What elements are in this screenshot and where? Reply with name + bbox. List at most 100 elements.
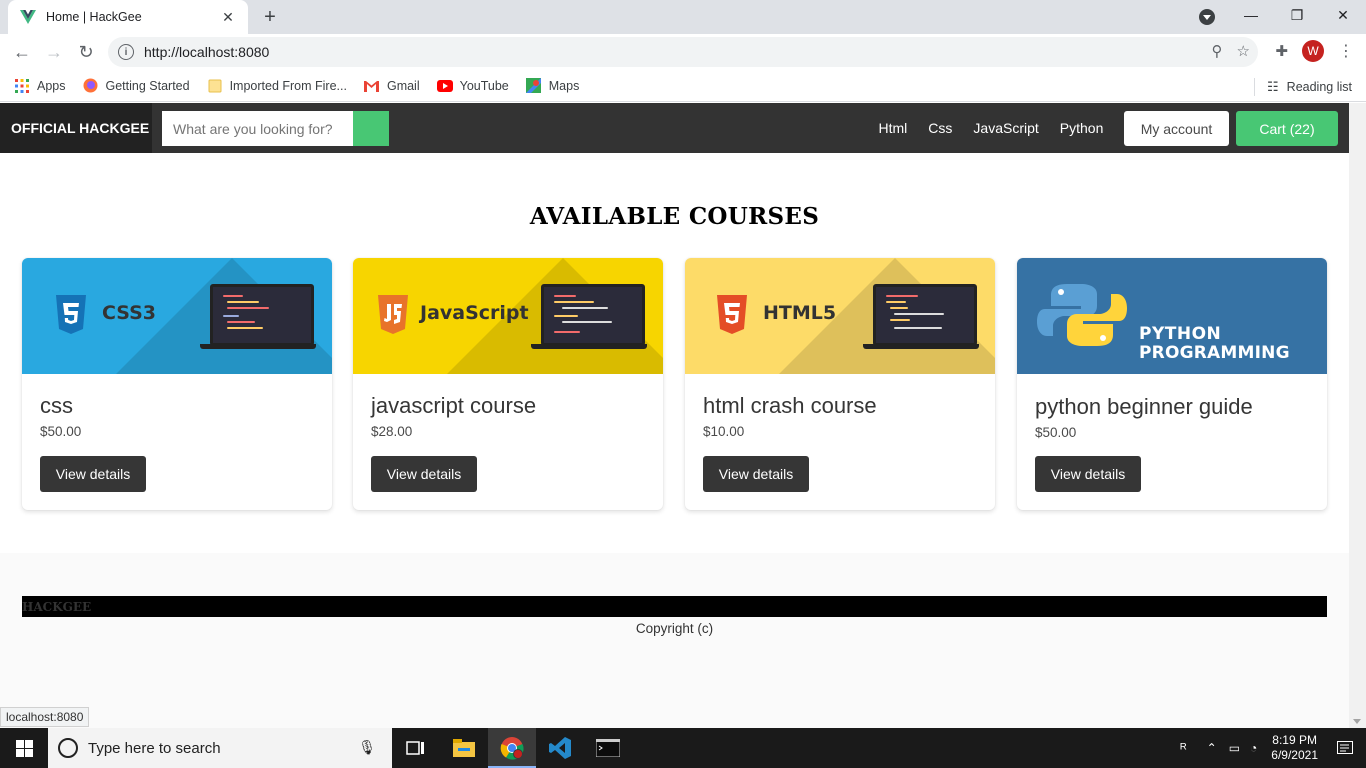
bookmark-label: YouTube <box>459 78 509 93</box>
banner-text: HTML5 <box>763 302 837 324</box>
wifi-icon[interactable]: ◔ <box>1250 741 1257 755</box>
address-bar[interactable]: i http://localhost:8080 ⚲ ☆ <box>108 37 1258 67</box>
browser-tab-strip: Home | HackGee ✕ + — ❐ ✕ <box>0 0 1366 34</box>
bookmark-gmail[interactable]: Gmail <box>364 78 420 94</box>
minimize-icon[interactable]: — <box>1228 0 1274 30</box>
terminal-icon[interactable] <box>584 728 632 768</box>
vscode-icon[interactable] <box>536 728 584 768</box>
url-text: http://localhost:8080 <box>144 44 270 60</box>
forward-arrow-icon[interactable]: → <box>38 36 70 68</box>
site-navbar: OFFICIAL HACKGEE Html Css JavaScript Pyt… <box>0 103 1349 153</box>
html5-icon <box>717 295 747 334</box>
tab-search-icon[interactable] <box>1199 9 1215 25</box>
site-footer: HACKGEE Copyright (c) <box>0 553 1349 728</box>
file-explorer-icon[interactable] <box>440 728 488 768</box>
show-hidden-icons-chevron-icon[interactable]: ⌃ <box>1207 741 1217 755</box>
firefox-icon <box>83 78 99 94</box>
bookmark-label: Gmail <box>386 78 420 93</box>
bookmark-youtube[interactable]: YouTube <box>436 78 509 94</box>
clock-time: 8:19 PM <box>1272 733 1317 747</box>
bookmark-label: Maps <box>548 78 580 93</box>
nav-link-html[interactable]: Html <box>868 120 918 136</box>
course-price: $10.00 <box>703 424 745 439</box>
task-view-icon[interactable] <box>392 728 440 768</box>
browser-toolbar: ← → ↻ i http://localhost:8080 ⚲ ☆ ✚ W ⋮ <box>0 34 1366 70</box>
view-details-button[interactable]: View details <box>40 456 146 492</box>
reading-list-icon: ☷ <box>1267 79 1279 94</box>
banner-text: CSS3 <box>102 302 157 324</box>
cortana-icon <box>58 738 78 758</box>
taskbar-search-placeholder: Type here to search <box>88 739 221 757</box>
notification-icon[interactable] <box>1332 728 1358 768</box>
window-controls: — ❐ ✕ <box>1228 0 1366 34</box>
microphone-icon[interactable]: 🎙 <box>358 739 376 756</box>
vue-icon <box>20 9 36 25</box>
nav-link-css[interactable]: Css <box>918 120 963 136</box>
bookmark-apps[interactable]: Apps <box>14 78 66 94</box>
course-card: JavaScript javascript course $28.00 View… <box>353 258 663 510</box>
bookmark-maps[interactable]: Maps <box>526 78 580 94</box>
course-card: PYTHON PROGRAMMING python beginner guide… <box>1017 258 1327 510</box>
back-arrow-icon[interactable]: ← <box>6 36 38 68</box>
apps-grid-icon <box>14 78 30 94</box>
new-tab-icon[interactable]: + <box>258 6 282 28</box>
bookmark-imported[interactable]: Imported From Fire... <box>207 78 347 94</box>
restore-icon[interactable]: ❐ <box>1274 0 1320 30</box>
menu-dots-icon[interactable]: ⋮ <box>1338 41 1354 61</box>
reload-icon[interactable]: ↻ <box>70 36 102 68</box>
banner-text-line1: PYTHON <box>1139 324 1222 344</box>
css3-icon <box>56 295 86 334</box>
javascript-icon <box>378 295 408 334</box>
scroll-down-arrow-icon[interactable] <box>1353 719 1361 724</box>
laptop-illustration <box>873 284 977 346</box>
reading-list-button[interactable]: ☷ Reading list <box>1254 78 1352 96</box>
bookmark-getting-started[interactable]: Getting Started <box>83 78 190 94</box>
close-tab-icon[interactable]: ✕ <box>220 9 236 26</box>
course-banner-javascript: JavaScript <box>353 258 663 374</box>
my-account-button[interactable]: My account <box>1124 111 1229 146</box>
reading-list-label: Reading list <box>1286 80 1352 94</box>
banner-text-line2: PROGRAMMING <box>1139 343 1290 363</box>
course-price: $50.00 <box>1035 425 1077 440</box>
folder-icon <box>207 78 223 94</box>
taskbar-search[interactable]: Type here to search 🎙 <box>48 728 392 768</box>
page-scrollbar[interactable] <box>1349 103 1366 728</box>
cart-button[interactable]: Cart (22) <box>1236 111 1338 146</box>
view-details-button[interactable]: View details <box>703 456 809 492</box>
nav-links: Html Css JavaScript Python <box>868 103 1114 153</box>
chrome-taskbar-icon[interactable] <box>488 728 536 768</box>
people-icon[interactable]: ᴿ <box>1180 740 1186 756</box>
windows-taskbar: Type here to search 🎙 ᴿ ⌃ ▭ ◔ 8:19 PM 6/… <box>0 728 1366 768</box>
zoom-icon[interactable]: ⚲ <box>1212 42 1223 60</box>
battery-icon[interactable]: ▭ <box>1229 741 1240 755</box>
course-title: javascript course <box>371 393 537 418</box>
bookmark-label: Getting Started <box>105 78 190 93</box>
search-button[interactable] <box>353 111 389 146</box>
extensions-icon[interactable]: ✚ <box>1275 42 1288 60</box>
system-clock[interactable]: 8:19 PM 6/9/2021 <box>1271 733 1318 763</box>
site-info-icon[interactable]: i <box>118 44 134 60</box>
laptop-illustration <box>210 284 314 346</box>
windows-start-icon[interactable] <box>0 728 48 768</box>
nav-link-python[interactable]: Python <box>1049 120 1114 136</box>
browser-tab[interactable]: Home | HackGee ✕ <box>8 0 248 34</box>
gmail-icon <box>364 78 380 94</box>
course-title: python beginner guide <box>1035 394 1253 419</box>
close-window-icon[interactable]: ✕ <box>1320 0 1366 30</box>
course-banner-html: HTML5 <box>685 258 995 374</box>
view-details-button[interactable]: View details <box>371 456 477 492</box>
search-input[interactable] <box>162 111 353 146</box>
youtube-icon <box>436 78 453 94</box>
bookmark-star-icon[interactable]: ☆ <box>1237 42 1250 60</box>
divider <box>1254 78 1256 96</box>
profile-avatar[interactable]: W <box>1302 40 1324 62</box>
clock-date: 6/9/2021 <box>1271 748 1318 762</box>
site-brand[interactable]: OFFICIAL HACKGEE <box>0 103 152 153</box>
bookmark-label: Apps <box>37 78 66 93</box>
system-tray: ᴿ ⌃ ▭ ◔ 8:19 PM 6/9/2021 <box>1180 728 1366 768</box>
footer-brand: HACKGEE <box>22 599 92 614</box>
bookmarks-bar: Apps Getting Started Imported From Fire.… <box>0 70 1366 102</box>
view-details-button[interactable]: View details <box>1035 456 1141 492</box>
nav-link-javascript[interactable]: JavaScript <box>963 120 1049 136</box>
course-price: $28.00 <box>371 424 413 439</box>
